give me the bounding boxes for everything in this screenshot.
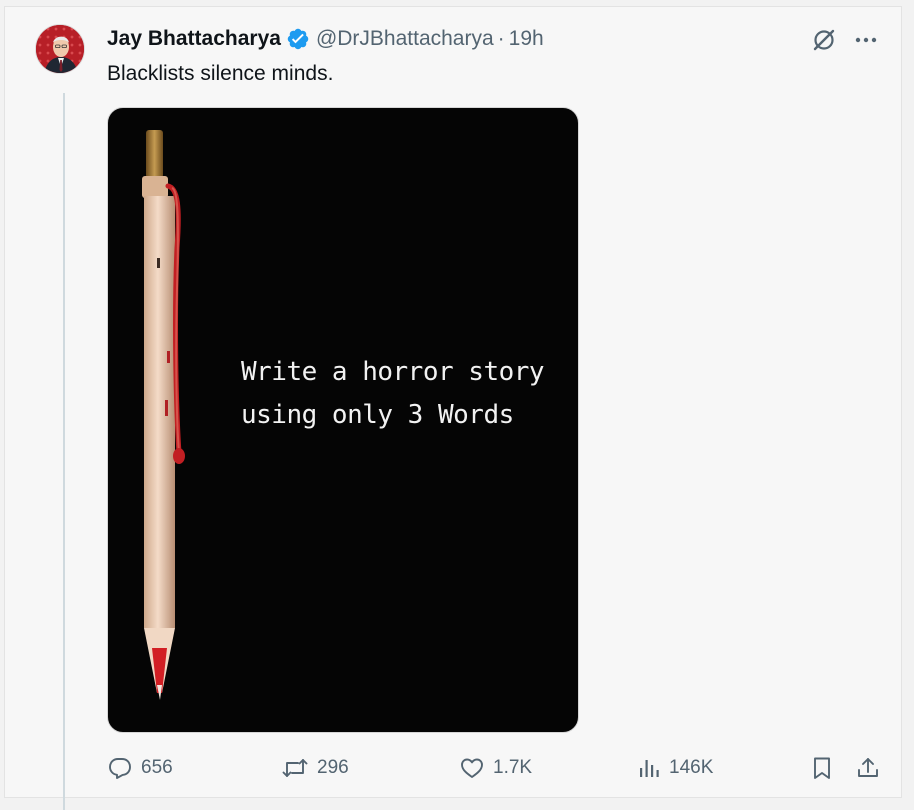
bookmark-button[interactable] xyxy=(809,751,835,785)
views-icon xyxy=(637,755,661,781)
reply-button[interactable]: 656 xyxy=(107,751,173,785)
tweet-card[interactable]: Jay Bhattacharya @DrJBhattacharya · 19h … xyxy=(4,6,902,810)
page: Jay Bhattacharya @DrJBhattacharya · 19h … xyxy=(0,0,914,810)
bookmark-icon xyxy=(809,755,835,781)
repost-count: 296 xyxy=(317,757,349,778)
separator-dot: · xyxy=(497,27,505,50)
like-icon xyxy=(459,755,485,781)
reply-count: 656 xyxy=(141,757,173,778)
tweet-media[interactable]: Write a horror story using only 3 Words xyxy=(107,107,579,733)
media-overlay-text: Write a horror story using only 3 Words xyxy=(241,351,545,437)
tweet-header: Jay Bhattacharya @DrJBhattacharya · 19h xyxy=(107,25,544,53)
like-button[interactable]: 1.7K xyxy=(459,751,532,785)
grok-icon[interactable] xyxy=(811,27,837,53)
avatar[interactable] xyxy=(35,24,85,74)
top-actions xyxy=(811,27,879,53)
repost-icon xyxy=(281,755,309,781)
views-count: 146K xyxy=(669,757,714,778)
tweet-text: Blacklists silence minds. xyxy=(107,62,334,85)
reply-icon xyxy=(107,755,133,781)
share-button[interactable] xyxy=(855,751,881,785)
author-handle[interactable]: @DrJBhattacharya xyxy=(316,27,494,51)
author-name[interactable]: Jay Bhattacharya xyxy=(107,27,281,51)
thread-line xyxy=(63,93,65,810)
repost-button[interactable]: 296 xyxy=(281,751,349,785)
more-icon[interactable] xyxy=(853,27,879,53)
timestamp[interactable]: 19h xyxy=(509,27,544,51)
like-count: 1.7K xyxy=(493,757,533,778)
verified-badge-icon xyxy=(286,27,310,51)
media-text-line-2: using only 3 Words xyxy=(241,400,514,430)
tweet-actions: 656 296 1.7K 146K xyxy=(107,751,885,785)
media-text-line-1: Write a horror story xyxy=(241,357,545,387)
views-button[interactable]: 146K xyxy=(637,751,713,785)
share-icon xyxy=(855,755,881,781)
avatar-image xyxy=(36,25,84,73)
